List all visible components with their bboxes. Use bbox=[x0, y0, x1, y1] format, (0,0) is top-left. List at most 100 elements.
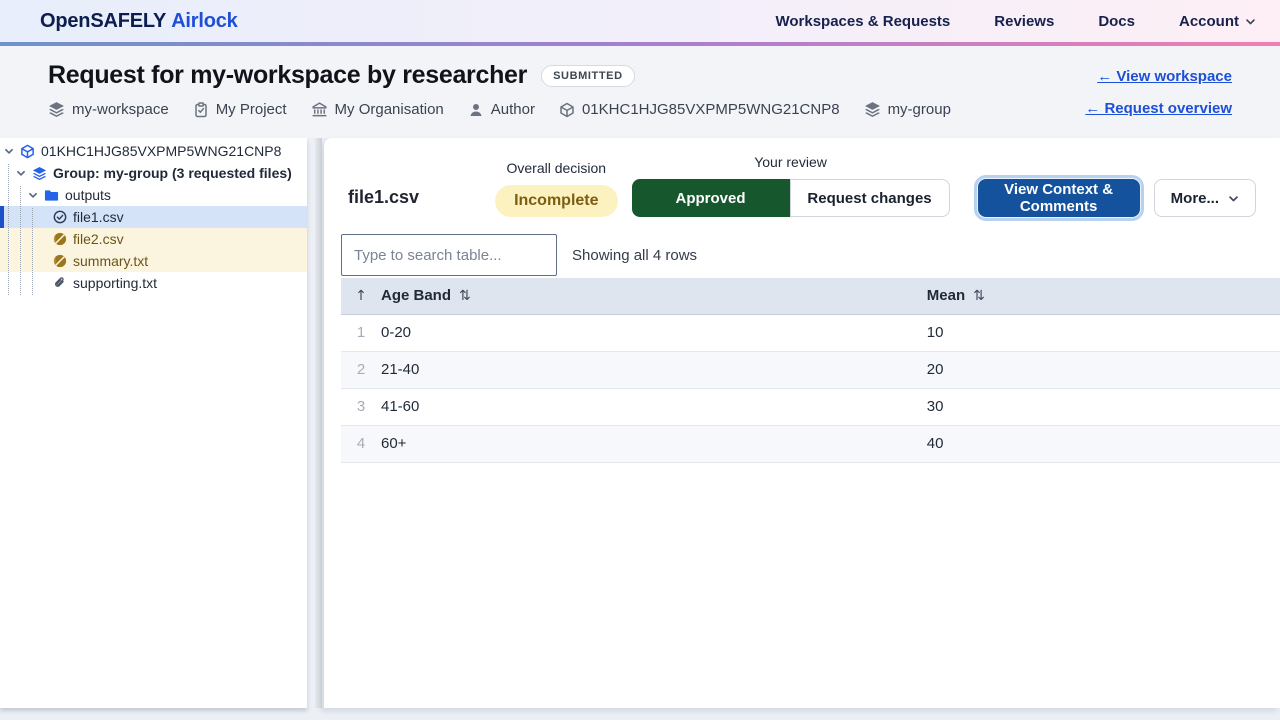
nav-account-label: Account bbox=[1179, 13, 1239, 30]
navbar: OpenSAFELYAirlock Workspaces & Requests … bbox=[0, 0, 1280, 46]
data-table: ↑ Age Band ⇅ Mean⇅ 1 0-20 10 2 21-40 20 3 bbox=[341, 278, 1280, 463]
meta-request-id-label: 01KHC1HJG85VXPMP5WNG21CNP8 bbox=[582, 101, 840, 118]
rows-summary: Showing all 4 rows bbox=[572, 247, 697, 264]
your-review-group: Your review Approved Request changes bbox=[632, 154, 950, 217]
tree-file-summary[interactable]: summary.txt bbox=[0, 250, 307, 272]
user-icon bbox=[468, 102, 484, 118]
page-title: Request for my-workspace by researcher bbox=[48, 61, 527, 90]
table-row: 3 41-60 30 bbox=[341, 388, 1280, 425]
request-overview-link[interactable]: ← Request overview bbox=[1085, 100, 1232, 117]
meta-project-label: My Project bbox=[216, 101, 287, 118]
more-button-label: More... bbox=[1171, 190, 1219, 207]
tree-file-label: file1.csv bbox=[73, 209, 124, 225]
page-header-left: Request for my-workspace by researcher S… bbox=[48, 61, 951, 138]
mean-cell: 40 bbox=[927, 425, 1280, 462]
paperclip-icon bbox=[53, 276, 67, 290]
nav-account-menu[interactable]: Account bbox=[1179, 13, 1256, 30]
column-label: Age Band bbox=[381, 287, 451, 304]
meta-project: My Project bbox=[193, 101, 287, 118]
nav-workspaces-requests[interactable]: Workspaces & Requests bbox=[775, 13, 950, 30]
status-badge: SUBMITTED bbox=[541, 65, 635, 87]
check-circle-icon bbox=[53, 210, 67, 224]
cube-icon bbox=[20, 144, 35, 159]
layers-icon bbox=[864, 101, 881, 118]
chevron-down-icon bbox=[1228, 193, 1239, 204]
tree-file-file1[interactable]: file1.csv bbox=[0, 206, 307, 228]
request-meta-row: my-workspace My Project My Organisation … bbox=[48, 101, 951, 118]
meta-organisation: My Organisation bbox=[311, 101, 444, 118]
meta-workspace: my-workspace bbox=[48, 101, 169, 118]
mean-cell: 20 bbox=[927, 351, 1280, 388]
layers-icon bbox=[48, 101, 65, 118]
file-tree-sidebar: 01KHC1HJG85VXPMP5WNG21CNP8 Group: my-gro… bbox=[0, 138, 307, 708]
table-header-row: ↑ Age Band ⇅ Mean⇅ bbox=[341, 278, 1280, 314]
view-context-comments-button[interactable]: View Context & Comments bbox=[978, 179, 1140, 217]
tree-node-request-root[interactable]: 01KHC1HJG85VXPMP5WNG21CNP8 bbox=[0, 140, 307, 162]
overall-decision-badge: Incomplete bbox=[495, 185, 617, 217]
nav-docs[interactable]: Docs bbox=[1098, 13, 1135, 30]
tree-folder-label: outputs bbox=[65, 187, 111, 203]
tree-file-label: file2.csv bbox=[73, 231, 124, 247]
meta-author: Author bbox=[468, 101, 535, 118]
tree-root-label: 01KHC1HJG85VXPMP5WNG21CNP8 bbox=[41, 143, 281, 159]
mean-cell: 30 bbox=[927, 388, 1280, 425]
approved-button[interactable]: Approved bbox=[632, 179, 790, 217]
nav-items: Workspaces & Requests Reviews Docs Accou… bbox=[775, 13, 1256, 30]
sidebar-resizer[interactable] bbox=[307, 138, 324, 708]
meta-author-label: Author bbox=[491, 101, 535, 118]
tree-indent-guide bbox=[8, 164, 9, 295]
mean-cell: 10 bbox=[927, 314, 1280, 351]
file-tree: 01KHC1HJG85VXPMP5WNG21CNP8 Group: my-gro… bbox=[0, 140, 307, 294]
column-header-index[interactable]: ↑ bbox=[341, 278, 381, 314]
age-band-cell: 41-60 bbox=[381, 388, 927, 425]
table-row: 1 0-20 10 bbox=[341, 314, 1280, 351]
your-review-label: Your review bbox=[754, 154, 827, 170]
sort-both-icon: ⇅ bbox=[459, 288, 471, 304]
tree-indent-guide bbox=[20, 186, 21, 295]
folder-icon bbox=[44, 188, 59, 203]
tree-indent-guide bbox=[32, 208, 33, 295]
column-header-age-band[interactable]: Age Band ⇅ bbox=[381, 278, 927, 314]
meta-request-id: 01KHC1HJG85VXPMP5WNG21CNP8 bbox=[559, 101, 840, 118]
review-segmented-control: Approved Request changes bbox=[632, 179, 950, 217]
table-row: 4 60+ 40 bbox=[341, 425, 1280, 462]
half-circle-review-icon bbox=[53, 232, 67, 246]
search-input[interactable] bbox=[341, 234, 557, 276]
row-index-cell: 1 bbox=[341, 314, 381, 351]
table-row: 2 21-40 20 bbox=[341, 351, 1280, 388]
layers-icon bbox=[32, 166, 47, 181]
chevron-down-icon bbox=[16, 168, 26, 178]
nav-reviews[interactable]: Reviews bbox=[994, 13, 1054, 30]
meta-workspace-label: my-workspace bbox=[72, 101, 169, 118]
meta-group-label: my-group bbox=[888, 101, 951, 118]
column-header-mean[interactable]: Mean⇅ bbox=[927, 278, 1280, 314]
tree-group-label: Group: my-group (3 requested files) bbox=[53, 165, 292, 181]
half-circle-review-icon bbox=[53, 254, 67, 268]
tree-node-outputs-folder[interactable]: outputs bbox=[0, 184, 307, 206]
tree-file-file2[interactable]: file2.csv bbox=[0, 228, 307, 250]
view-workspace-link[interactable]: ← View workspace bbox=[1097, 68, 1232, 85]
table-toolbar: Showing all 4 rows bbox=[341, 234, 1280, 276]
page-header-links: ← View workspace ← Request overview bbox=[1085, 61, 1232, 138]
page-header: Request for my-workspace by researcher S… bbox=[0, 46, 1280, 138]
more-menu-button[interactable]: More... bbox=[1154, 179, 1256, 217]
resizer-handle[interactable] bbox=[315, 138, 322, 708]
cube-icon bbox=[559, 102, 575, 118]
sort-asc-icon: ↑ bbox=[355, 288, 367, 304]
tree-file-supporting[interactable]: supporting.txt bbox=[0, 272, 307, 294]
logo-airlock: Airlock bbox=[171, 10, 237, 32]
meta-group: my-group bbox=[864, 101, 951, 118]
app-logo[interactable]: OpenSAFELYAirlock bbox=[40, 10, 238, 33]
chevron-down-icon bbox=[28, 190, 38, 200]
overall-decision-group: Overall decision Incomplete bbox=[495, 160, 617, 217]
age-band-cell: 21-40 bbox=[381, 351, 927, 388]
file-view-header: file1.csv Overall decision Incomplete Yo… bbox=[324, 138, 1280, 234]
tree-file-label: summary.txt bbox=[73, 253, 148, 269]
tree-node-group[interactable]: Group: my-group (3 requested files) bbox=[0, 162, 307, 184]
row-index-cell: 2 bbox=[341, 351, 381, 388]
file-title: file1.csv bbox=[348, 187, 419, 208]
clipboard-icon bbox=[193, 102, 209, 118]
row-index-cell: 3 bbox=[341, 388, 381, 425]
age-band-cell: 60+ bbox=[381, 425, 927, 462]
request-changes-button[interactable]: Request changes bbox=[790, 179, 950, 217]
